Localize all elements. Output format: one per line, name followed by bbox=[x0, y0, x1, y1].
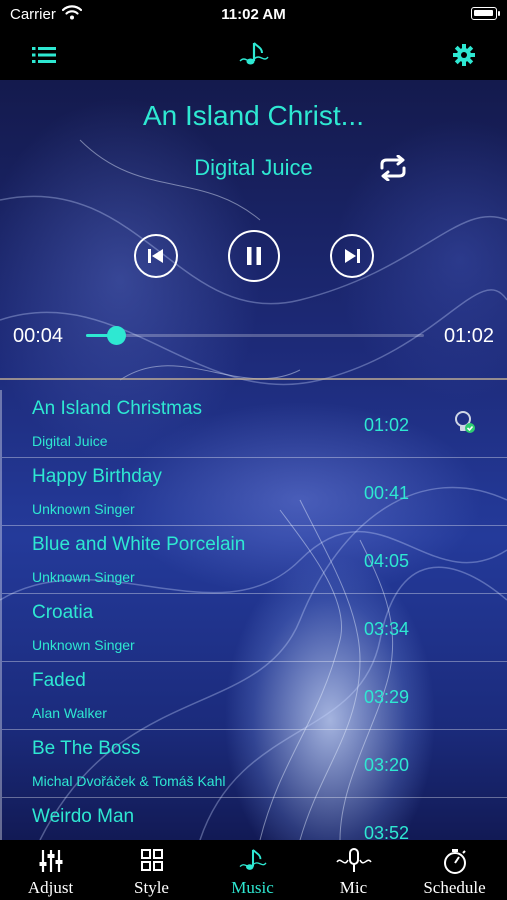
now-playing-bulb-icon bbox=[452, 410, 478, 441]
tab-label: Schedule bbox=[423, 878, 486, 897]
playlist-item[interactable]: Weirdo Man 03:52 bbox=[0, 798, 507, 840]
tab-schedule[interactable]: Schedule bbox=[404, 840, 505, 900]
section-divider bbox=[0, 378, 507, 380]
song-duration: 00:41 bbox=[364, 483, 410, 503]
playlist-item[interactable]: Blue and White Porcelain Unknown Singer … bbox=[0, 526, 507, 594]
battery-icon bbox=[471, 7, 500, 20]
elapsed-time: 00:04 bbox=[13, 325, 64, 347]
status-bar: Carrier 11:02 AM bbox=[0, 0, 507, 30]
repeat-icon[interactable] bbox=[375, 153, 411, 183]
microphone-icon bbox=[303, 848, 404, 874]
tab-label: Music bbox=[231, 878, 274, 897]
playlist[interactable]: An Island Christmas Digital Juice 01:02 … bbox=[0, 390, 507, 840]
grid-icon bbox=[101, 848, 202, 874]
sliders-icon bbox=[0, 848, 101, 874]
progress-thumb[interactable] bbox=[107, 326, 127, 345]
skip-forward-icon bbox=[345, 249, 360, 263]
tab-style[interactable]: Style bbox=[101, 840, 202, 900]
song-artist: Unknown Singer bbox=[32, 501, 135, 517]
now-playing-panel: An Island Christ... Digital Juice 00:04 … bbox=[0, 80, 507, 380]
tab-mic[interactable]: Mic bbox=[303, 840, 404, 900]
song-duration: 03:52 bbox=[364, 823, 410, 840]
tab-label: Adjust bbox=[27, 878, 74, 897]
bottom-tab-bar: Adjust Style Music Mic Schedule bbox=[0, 840, 507, 900]
playlist-item[interactable]: Be The Boss Michal Dvořáček & Tomáš Kahl… bbox=[0, 730, 507, 798]
now-playing-title: An Island Christ... bbox=[143, 100, 364, 131]
list-icon[interactable] bbox=[27, 38, 61, 72]
song-duration: 03:20 bbox=[364, 755, 410, 775]
song-title: Blue and White Porcelain bbox=[32, 534, 246, 555]
song-artist: Michal Dvořáček & Tomáš Kahl bbox=[32, 773, 226, 789]
song-title: Be The Boss bbox=[32, 738, 141, 759]
song-artist: Alan Walker bbox=[32, 705, 107, 721]
previous-track-button[interactable] bbox=[134, 234, 178, 278]
timer-icon bbox=[404, 848, 505, 874]
music-note-icon bbox=[237, 38, 271, 72]
now-playing-artist: Digital Juice bbox=[194, 155, 313, 180]
song-duration: 04:05 bbox=[364, 551, 410, 571]
song-title: An Island Christmas bbox=[32, 398, 203, 419]
song-duration: 01:02 bbox=[364, 415, 410, 435]
total-time: 01:02 bbox=[443, 325, 494, 347]
tab-label: Style bbox=[134, 878, 169, 897]
next-track-button[interactable] bbox=[330, 234, 374, 278]
song-artist: Unknown Singer bbox=[32, 637, 135, 653]
tab-label: Mic bbox=[339, 878, 368, 897]
song-artist: Unknown Singer bbox=[32, 569, 135, 585]
song-title: Happy Birthday bbox=[32, 466, 162, 487]
song-title: Faded bbox=[32, 670, 86, 691]
playlist-item[interactable]: Croatia Unknown Singer 03:34 bbox=[0, 594, 507, 662]
playlist-item[interactable]: An Island Christmas Digital Juice 01:02 bbox=[0, 390, 507, 458]
progress-slider[interactable] bbox=[86, 326, 424, 345]
playlist-item[interactable]: Faded Alan Walker 03:29 bbox=[0, 662, 507, 730]
pause-button[interactable] bbox=[228, 230, 280, 282]
tab-adjust[interactable]: Adjust bbox=[0, 840, 101, 900]
song-duration: 03:29 bbox=[364, 687, 410, 707]
tab-music[interactable]: Music bbox=[202, 840, 303, 900]
song-title: Weirdo Man bbox=[32, 806, 135, 827]
music-note-icon bbox=[202, 848, 303, 874]
top-navigation-bar bbox=[0, 30, 507, 80]
song-duration: 03:34 bbox=[364, 619, 410, 639]
pause-icon bbox=[247, 247, 261, 265]
skip-back-icon bbox=[148, 249, 163, 263]
status-time: 11:02 AM bbox=[221, 6, 286, 23]
song-artist: Digital Juice bbox=[32, 433, 108, 449]
song-title: Croatia bbox=[32, 602, 94, 623]
playlist-item[interactable]: Happy Birthday Unknown Singer 00:41 bbox=[0, 458, 507, 526]
gear-icon[interactable] bbox=[447, 38, 481, 72]
